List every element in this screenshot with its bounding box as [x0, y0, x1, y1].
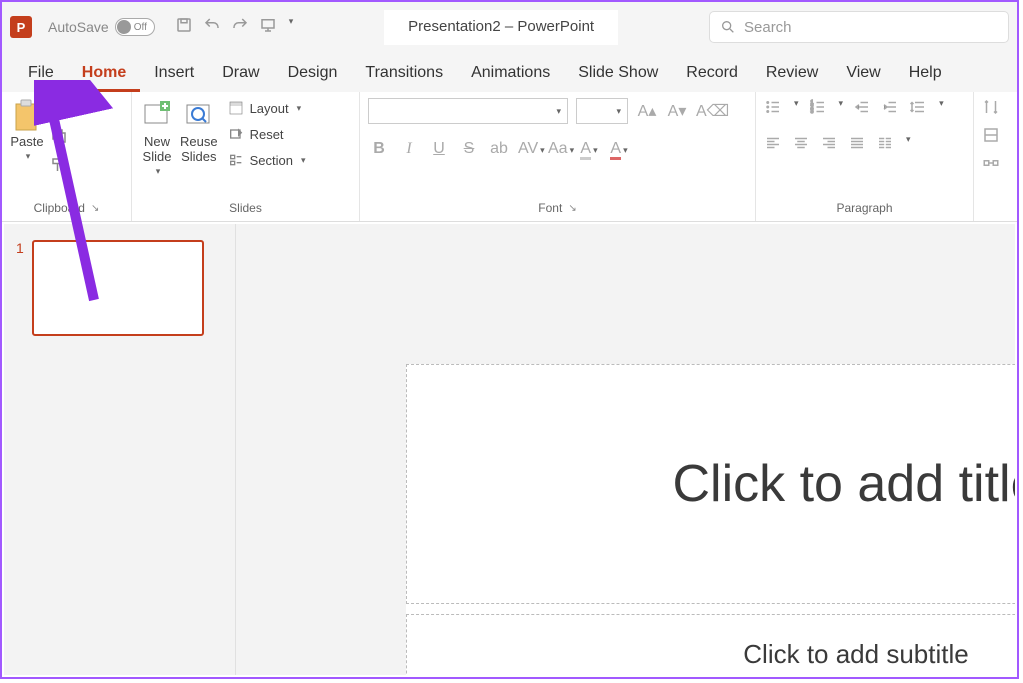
section-button[interactable]: Section▾: [224, 150, 310, 170]
align-center-icon[interactable]: [792, 134, 810, 152]
app-logo: P: [10, 16, 32, 38]
cut-icon[interactable]: [50, 98, 68, 121]
align-left-icon[interactable]: [764, 134, 782, 152]
tab-record[interactable]: Record: [672, 58, 752, 92]
layout-button[interactable]: Layout▾: [224, 98, 310, 118]
subtitle-placeholder[interactable]: Click to add subtitle: [406, 614, 1015, 675]
tab-file[interactable]: File: [14, 58, 68, 92]
numbering-button[interactable]: 123: [809, 98, 827, 116]
document-title: Presentation2 – PowerPoint: [384, 10, 618, 45]
search-icon: [720, 19, 736, 35]
decrease-indent-icon[interactable]: [853, 98, 871, 116]
tab-animations[interactable]: Animations: [457, 58, 564, 92]
tab-slide-show[interactable]: Slide Show: [564, 58, 672, 92]
redo-icon[interactable]: [231, 16, 249, 39]
ribbon-tabs: File Home Insert Draw Design Transitions…: [2, 52, 1017, 92]
italic-button[interactable]: I: [398, 140, 420, 158]
bullets-button[interactable]: [764, 98, 782, 116]
svg-text:3: 3: [810, 109, 813, 115]
new-slide-button[interactable]: New Slide ▾: [140, 98, 174, 177]
tab-draw[interactable]: Draw: [208, 58, 273, 92]
slide[interactable]: Click to add title Click to add subtitle: [406, 364, 1015, 675]
quick-access-toolbar: ▾: [175, 16, 294, 39]
autosave-toggle[interactable]: Off: [115, 18, 155, 36]
text-direction-icon[interactable]: [982, 98, 1000, 116]
reset-button[interactable]: Reset: [224, 124, 310, 144]
tab-view[interactable]: View: [832, 58, 894, 92]
search-placeholder: Search: [744, 19, 792, 36]
undo-icon[interactable]: [203, 16, 221, 39]
smartart-icon[interactable]: [982, 154, 1000, 172]
title-placeholder[interactable]: Click to add title: [406, 364, 1015, 604]
new-slide-icon: [143, 101, 171, 129]
strike-button[interactable]: S: [458, 140, 480, 158]
thumbnail-number: 1: [16, 240, 24, 336]
underline-button[interactable]: U: [428, 140, 450, 158]
save-icon[interactable]: [175, 16, 193, 39]
format-painter-icon[interactable]: [50, 156, 68, 179]
reuse-slides-icon: [185, 101, 213, 129]
autosave-control[interactable]: AutoSave Off: [48, 18, 155, 36]
increase-font-icon[interactable]: A▴: [636, 101, 658, 121]
columns-icon[interactable]: [876, 134, 894, 152]
decrease-font-icon[interactable]: A▾: [666, 101, 688, 121]
tab-help[interactable]: Help: [895, 58, 956, 92]
line-spacing-icon[interactable]: [909, 98, 927, 116]
align-right-icon[interactable]: [820, 134, 838, 152]
qat-more-icon[interactable]: ▾: [289, 16, 294, 39]
tab-home[interactable]: Home: [68, 58, 140, 92]
tab-review[interactable]: Review: [752, 58, 832, 92]
char-spacing-button[interactable]: AV▾: [518, 140, 540, 158]
slide-canvas[interactable]: Click to add title Click to add subtitle: [236, 224, 1015, 675]
copy-icon[interactable]: [50, 127, 68, 150]
paste-button[interactable]: Paste ▾: [10, 98, 44, 162]
search-box[interactable]: Search: [709, 11, 1009, 43]
font-size-combo[interactable]: ▾: [576, 98, 628, 124]
clear-format-icon[interactable]: A⌫: [696, 101, 718, 121]
thumbnail-pane[interactable]: 1: [4, 224, 236, 675]
reuse-slides-button[interactable]: Reuse Slides: [180, 98, 218, 164]
autosave-label: AutoSave: [48, 19, 109, 35]
clipboard-icon: [12, 98, 42, 132]
slideshow-start-icon[interactable]: [259, 16, 277, 39]
shadow-button[interactable]: ab: [488, 140, 510, 158]
change-case-button[interactable]: Aa▾: [548, 140, 570, 158]
increase-indent-icon[interactable]: [881, 98, 899, 116]
bold-button[interactable]: B: [368, 140, 390, 158]
ribbon: Paste ▾ Clipboard↘ New Slide ▾: [2, 92, 1017, 222]
title-bar: P AutoSave Off ▾ Presentation2 – PowerPo…: [2, 2, 1017, 52]
clipboard-dialog-icon[interactable]: ↘: [91, 203, 99, 214]
workspace: 1 Click to add title Click to add subtit…: [4, 224, 1015, 675]
slide-thumbnail[interactable]: [32, 240, 204, 336]
justify-icon[interactable]: [848, 134, 866, 152]
font-dialog-icon[interactable]: ↘: [568, 203, 576, 214]
font-color-button[interactable]: A▾: [608, 140, 630, 158]
font-family-combo[interactable]: ▾: [368, 98, 568, 124]
tab-design[interactable]: Design: [274, 58, 352, 92]
highlight-button[interactable]: A▾: [578, 140, 600, 158]
align-text-icon[interactable]: [982, 126, 1000, 144]
tab-transitions[interactable]: Transitions: [351, 58, 457, 92]
tab-insert[interactable]: Insert: [140, 58, 208, 92]
